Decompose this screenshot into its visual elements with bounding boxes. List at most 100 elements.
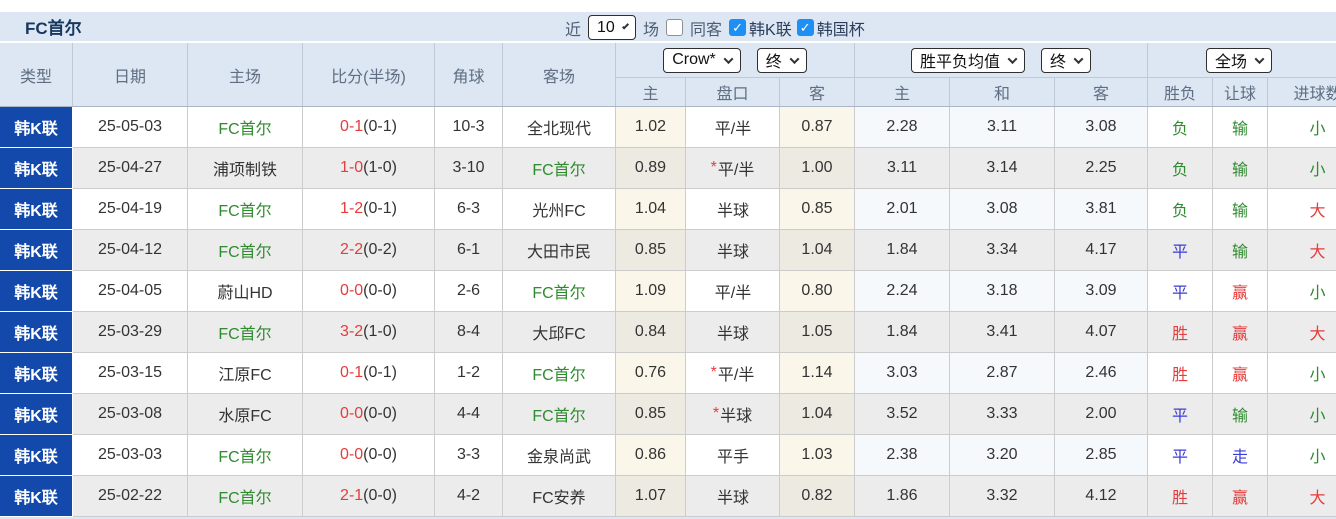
col-header-corner: 角球	[435, 43, 503, 106]
subheader-goals: 进球数	[1268, 77, 1336, 106]
avg-away-value: 3.81	[1085, 200, 1117, 217]
recent-count-value: 10	[597, 18, 615, 36]
league-checkbox[interactable]: ✓	[729, 19, 747, 36]
handicap-value: 半球	[716, 326, 749, 343]
goals-value: 大	[1309, 326, 1326, 343]
fulltime-score: 1-2	[340, 200, 364, 217]
avg-draw-value: 3.11	[987, 118, 1017, 135]
match-type-badge: 韩K联	[0, 476, 73, 517]
top-spacer	[0, 0, 1336, 12]
match-type-badge: 韩K联	[0, 353, 73, 394]
avg-draw-value: 3.33	[986, 405, 1018, 422]
avg-away-value: 2.25	[1085, 159, 1117, 176]
avg-draw-value: 3.08	[986, 200, 1018, 217]
avg-away-cell: 3.08	[1055, 107, 1148, 148]
home-team-name: 水原FC	[218, 408, 272, 425]
corner-cell: 8-4	[435, 312, 503, 353]
avg-draw-value: 2.87	[986, 364, 1018, 381]
subheader-avg-home: 主	[855, 77, 950, 106]
avg-home-value: 2.01	[886, 200, 918, 217]
table-header: 类型 日期 主场 比分(半场) 角球 客场 Crow* 终 胜平负均值 终 全场…	[0, 43, 1336, 107]
corner-cell: 6-1	[435, 230, 503, 271]
result-value: 平	[1171, 449, 1188, 466]
halftime-score: (0-0)	[363, 282, 397, 299]
same-away-checkbox[interactable]	[666, 19, 684, 36]
let-ball-cell: 输	[1213, 230, 1268, 271]
avg-away-cell: 3.81	[1055, 189, 1148, 230]
halftime-score: (0-1)	[363, 118, 397, 135]
odds-section-header: Crow* 终	[616, 43, 855, 77]
scope-select[interactable]: 全场	[1206, 47, 1273, 73]
odds-home-cell: 1.02	[616, 107, 686, 148]
result-cell: 平	[1148, 394, 1213, 435]
handicap-value: 半球	[720, 408, 753, 425]
handicap-cell: 半球	[686, 312, 780, 353]
avg-type-select[interactable]: 胜平负均值	[910, 47, 1025, 73]
away-team-name: 大邱FC	[532, 326, 586, 343]
away-team-cell: 光州FC	[503, 189, 616, 230]
avg-draw-value: 3.34	[986, 241, 1018, 258]
avg-home-value: 3.11	[887, 159, 917, 176]
let-ball-value: 输	[1231, 244, 1248, 261]
odds-away-cell: 1.03	[780, 435, 855, 476]
avg-draw-cell: 3.32	[950, 476, 1055, 517]
odds-away-cell: 1.04	[780, 230, 855, 271]
corner-count: 8-4	[456, 323, 481, 340]
fulltime-score: 0-1	[340, 364, 364, 381]
result-cell: 负	[1148, 148, 1213, 189]
handicap-value: 半球	[716, 244, 749, 261]
result-cell: 胜	[1148, 312, 1213, 353]
odds-home-value: 0.85	[634, 241, 667, 258]
odds-time-select[interactable]: 终	[756, 47, 807, 73]
corner-cell: 1-2	[435, 353, 503, 394]
avg-draw-cell: 2.87	[950, 353, 1055, 394]
let-ball-value: 赢	[1231, 285, 1248, 302]
avg-draw-value: 3.41	[986, 323, 1018, 340]
match-date-cell: 25-03-03	[73, 435, 188, 476]
avg-away-value: 4.12	[1085, 487, 1117, 504]
result-value: 平	[1171, 244, 1188, 261]
avg-away-cell: 2.25	[1055, 148, 1148, 189]
goals-value: 小	[1309, 121, 1326, 138]
odds-home-value: 1.02	[634, 118, 667, 135]
result-cell: 胜	[1148, 353, 1213, 394]
home-team-cell: 蔚山HD	[188, 271, 303, 312]
handicap-changed-icon: *	[712, 405, 720, 422]
result-cell: 平	[1148, 435, 1213, 476]
cup-checkbox[interactable]: ✓	[796, 19, 814, 36]
recent-count-select[interactable]: 10	[588, 15, 637, 40]
corner-cell: 10-3	[435, 107, 503, 148]
home-team-name: 江原FC	[218, 367, 272, 384]
result-value: 平	[1171, 408, 1188, 425]
recent-label: 近	[565, 21, 582, 39]
same-away-label: 同客	[690, 21, 723, 39]
match-date: 25-05-03	[97, 118, 163, 135]
corner-cell: 4-2	[435, 476, 503, 517]
let-ball-cell: 走	[1213, 435, 1268, 476]
fulltime-score: 0-1	[340, 118, 364, 135]
fulltime-score: 0-0	[340, 405, 364, 422]
match-type-label: 韩K联	[14, 203, 58, 220]
halftime-score: (0-2)	[363, 241, 397, 258]
avg-draw-cell: 3.34	[950, 230, 1055, 271]
odds-away-value: 1.04	[801, 405, 833, 422]
match-type-label: 韩K联	[14, 490, 58, 507]
goals-value: 小	[1309, 285, 1326, 302]
corner-count: 6-1	[456, 241, 481, 258]
avg-away-value: 4.17	[1085, 241, 1117, 258]
odds-away-cell: 1.04	[780, 394, 855, 435]
bookmaker-select[interactable]: Crow*	[663, 47, 741, 73]
odds-away-cell: 0.85	[780, 189, 855, 230]
fulltime-score: 0-0	[340, 282, 364, 299]
odds-away-value: 0.82	[801, 487, 833, 504]
away-team-name: 金泉尚武	[526, 449, 591, 466]
odds-away-value: 1.14	[801, 364, 833, 381]
odds-away-cell: 0.80	[780, 271, 855, 312]
corner-count: 1-2	[456, 364, 481, 381]
odds-home-value: 1.09	[634, 282, 667, 299]
match-type-label: 韩K联	[14, 285, 58, 302]
subheader-handicap: 盘口	[686, 77, 780, 106]
avg-time-select[interactable]: 终	[1041, 47, 1092, 73]
corner-cell: 6-3	[435, 189, 503, 230]
away-team-cell: FC安养	[503, 476, 616, 517]
